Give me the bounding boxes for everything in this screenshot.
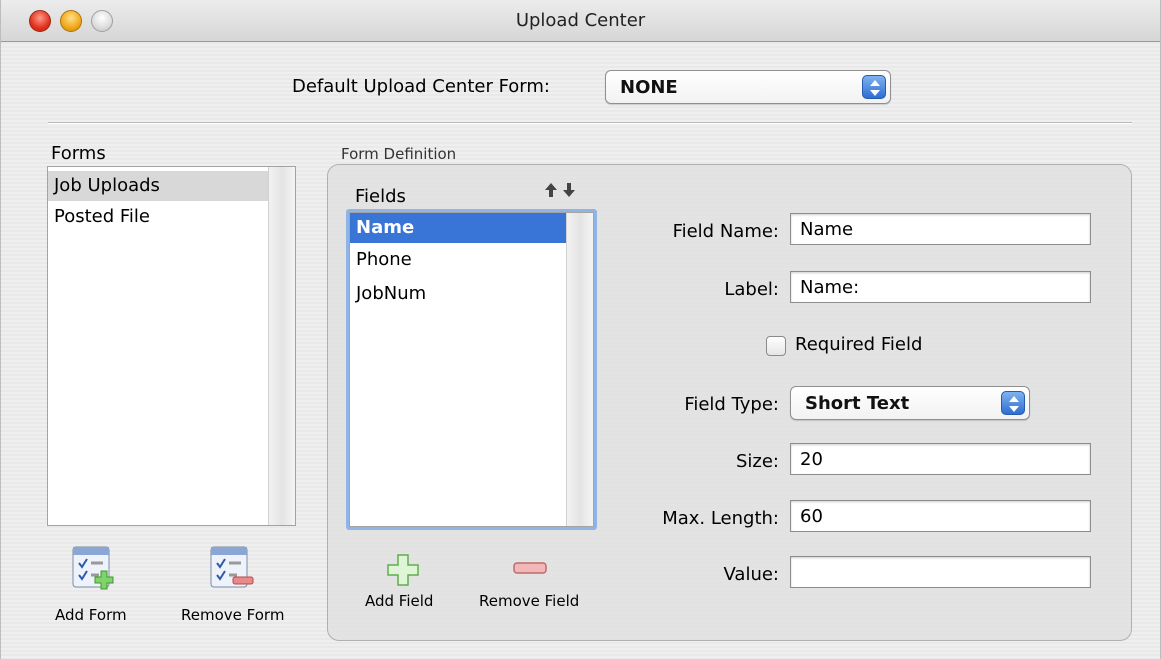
max-length-value: 60: [800, 506, 823, 527]
field-name-label: Field Name:: [672, 221, 779, 242]
forms-header: Forms: [51, 143, 106, 164]
required-field-checkbox[interactable]: [766, 336, 786, 356]
label-value: Name:: [800, 277, 860, 298]
max-length-label: Max. Length:: [662, 508, 779, 529]
field-name-input[interactable]: Name: [790, 213, 1091, 245]
value-input[interactable]: [790, 556, 1091, 588]
fields-list-item-phone[interactable]: Phone: [350, 245, 567, 275]
add-form-label[interactable]: Add Form: [55, 606, 127, 624]
label-input[interactable]: Name:: [790, 271, 1091, 303]
default-form-value: NONE: [620, 77, 678, 98]
popup-arrows-icon: [1001, 391, 1025, 415]
fields-list[interactable]: Name Phone JobNum: [349, 212, 594, 527]
required-field-label[interactable]: Required Field: [795, 334, 922, 355]
label-label: Label:: [724, 279, 779, 300]
size-value: 20: [800, 449, 823, 470]
form-definition-title: Form Definition: [341, 145, 457, 163]
remove-form-icon[interactable]: [209, 545, 257, 597]
fields-list-item-name[interactable]: Name: [350, 213, 567, 243]
field-type-popup[interactable]: Short Text: [790, 386, 1030, 420]
fields-header: Fields: [355, 186, 406, 207]
forms-list-item-job-uploads[interactable]: Job Uploads: [48, 171, 269, 201]
field-type-label: Field Type:: [684, 394, 779, 415]
divider: [48, 122, 1132, 124]
title-bar[interactable]: Upload Center: [1, 0, 1160, 42]
upload-center-window: Upload Center Default Upload Center Form…: [0, 0, 1161, 659]
default-form-popup[interactable]: NONE: [605, 70, 891, 104]
move-down-icon[interactable]: [562, 182, 576, 202]
forms-list-scrollbar[interactable]: [268, 167, 295, 525]
add-field-icon[interactable]: [386, 553, 420, 591]
add-form-icon[interactable]: [71, 545, 119, 597]
popup-arrows-icon: [862, 75, 886, 99]
field-type-value: Short Text: [805, 393, 910, 414]
remove-field-icon[interactable]: [513, 560, 547, 580]
field-name-value: Name: [800, 219, 854, 240]
forms-list-item-posted-file[interactable]: Posted File: [48, 202, 269, 232]
window-title: Upload Center: [515, 10, 646, 31]
remove-field-label[interactable]: Remove Field: [479, 592, 579, 610]
max-length-input[interactable]: 60: [790, 500, 1091, 532]
size-input[interactable]: 20: [790, 443, 1091, 475]
forms-list[interactable]: Job Uploads Posted File: [47, 166, 296, 526]
fields-list-item-jobnum[interactable]: JobNum: [350, 279, 567, 309]
move-up-icon[interactable]: [544, 182, 558, 202]
add-field-label[interactable]: Add Field: [365, 592, 433, 610]
size-label: Size:: [735, 451, 779, 472]
remove-form-label[interactable]: Remove Form: [181, 606, 284, 624]
default-form-label: Default Upload Center Form:: [292, 76, 550, 97]
fields-list-scrollbar[interactable]: [566, 213, 593, 526]
value-label: Value:: [723, 564, 780, 585]
